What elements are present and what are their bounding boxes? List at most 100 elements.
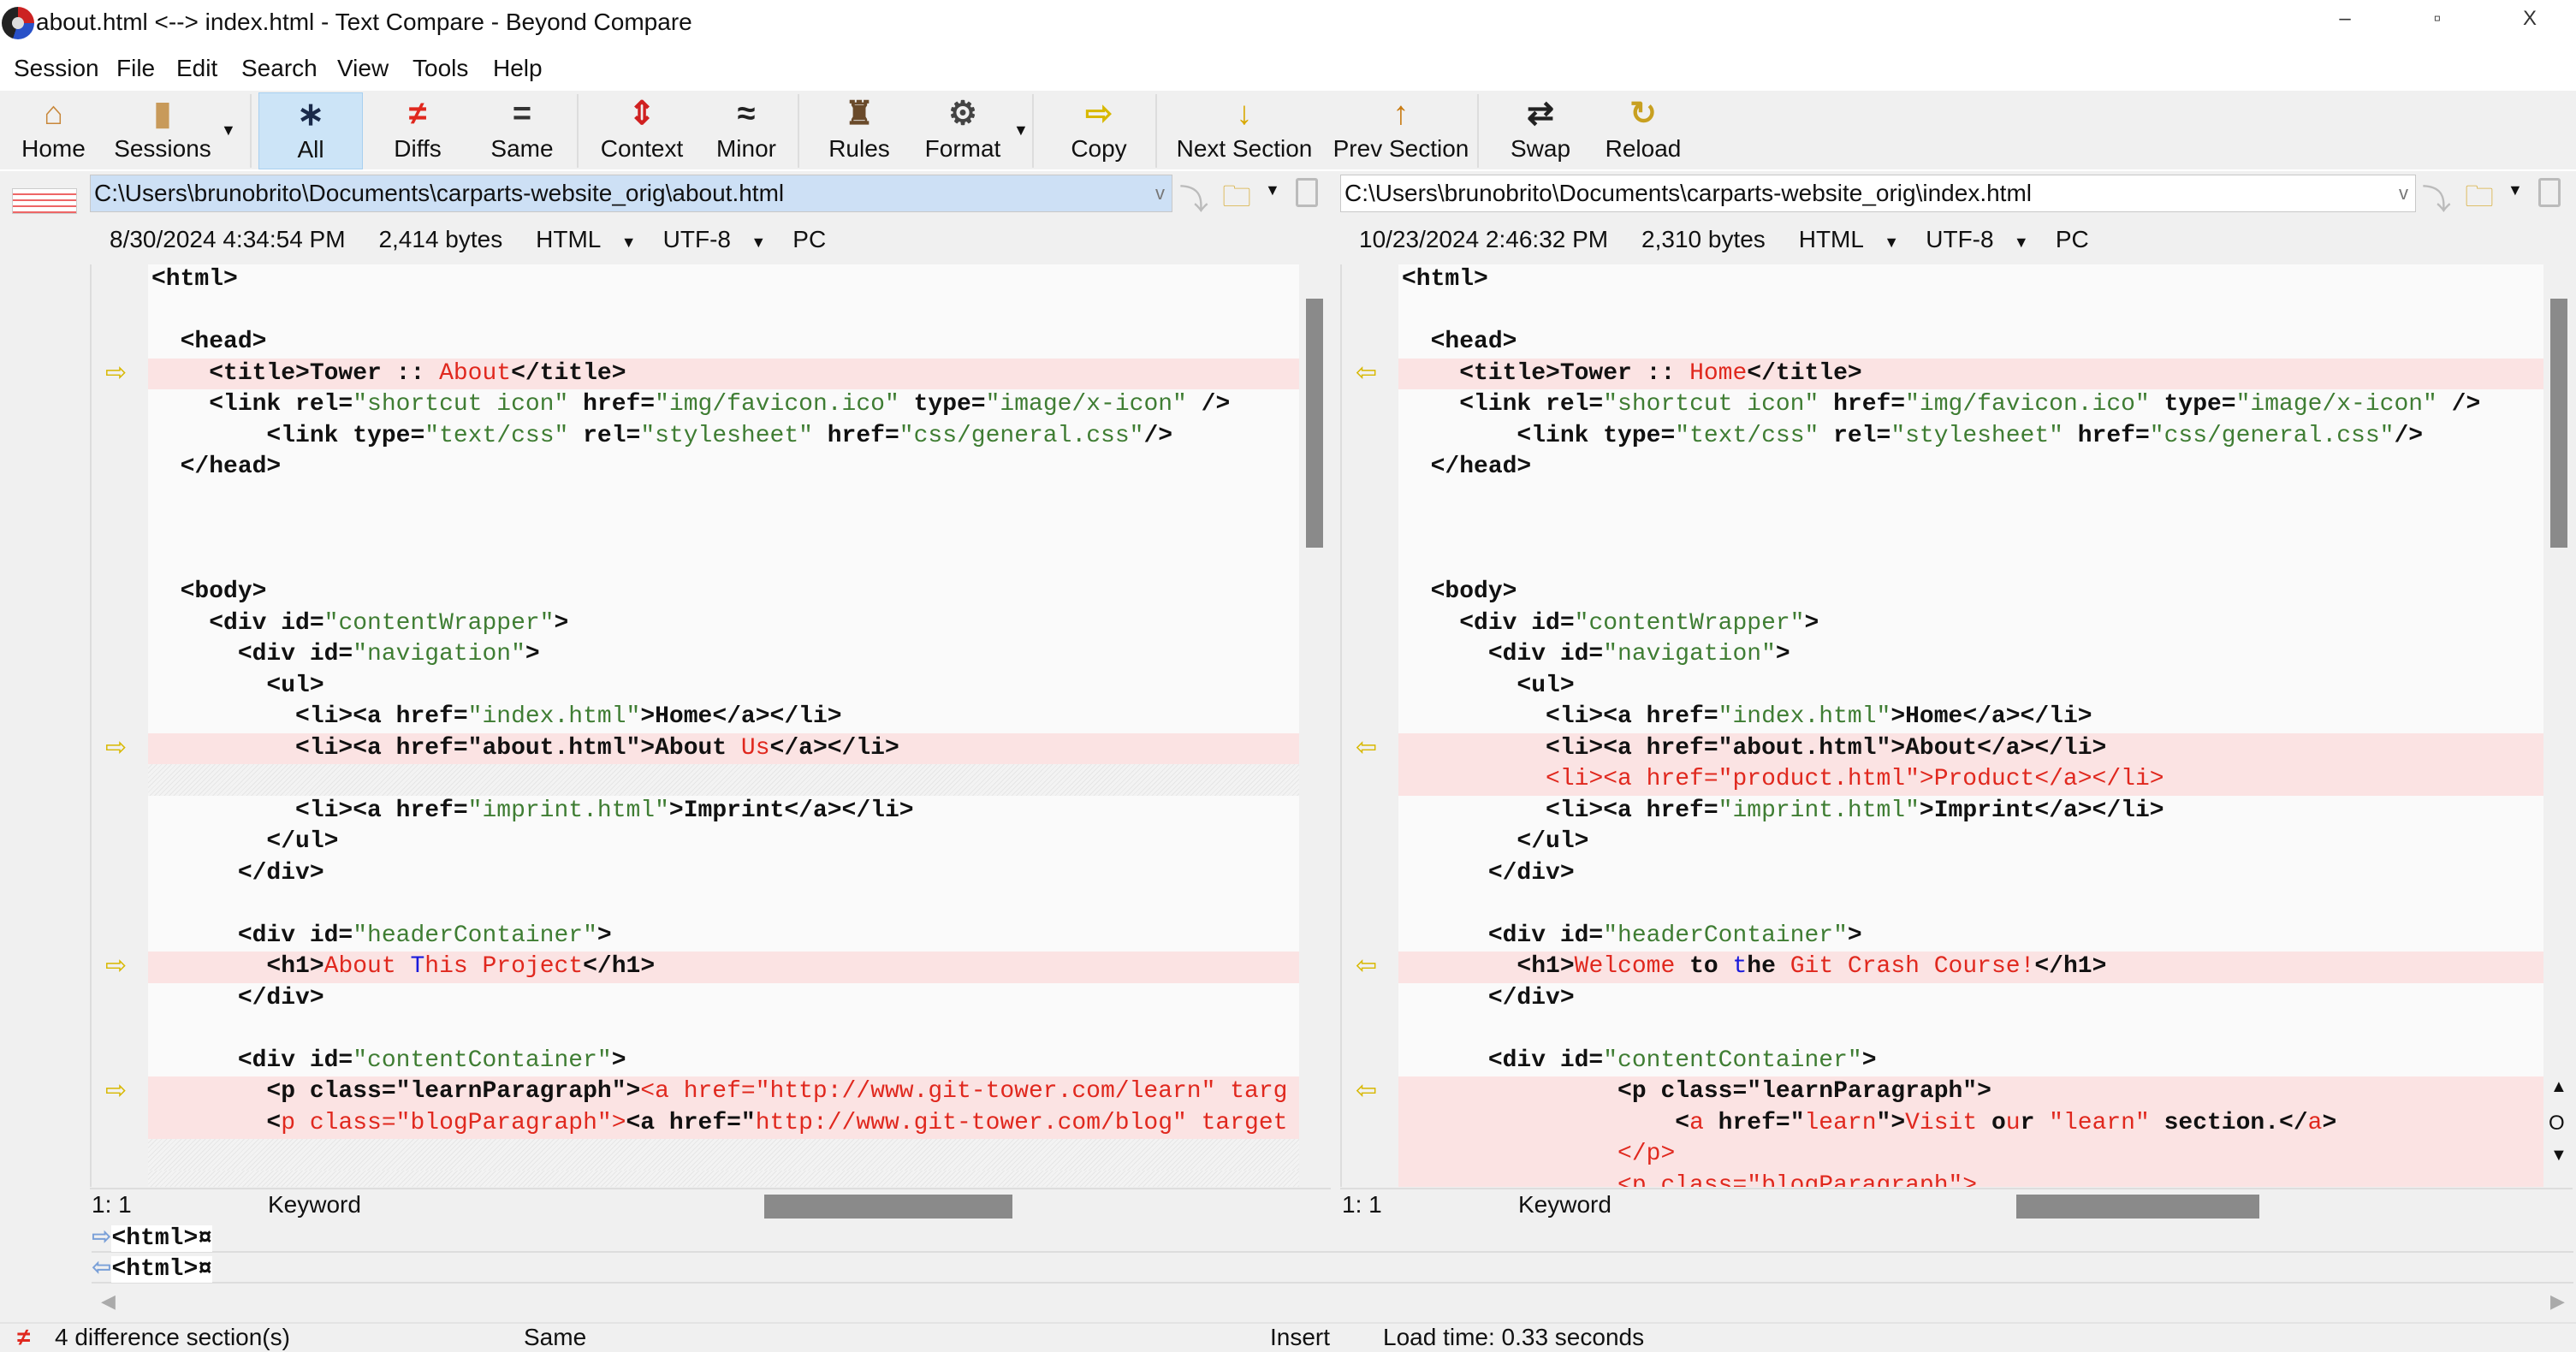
diff-line[interactable]: <p class="learnParagraph"> (1398, 1076, 2543, 1108)
code-line[interactable]: <head> (148, 327, 1299, 359)
save-icon[interactable] (1296, 178, 1318, 207)
right-encoding-select[interactable]: UTF-8 (1926, 226, 1993, 252)
code-line[interactable]: </ul> (1398, 827, 2543, 858)
left-vertical-scrollbar[interactable] (1299, 264, 1328, 1187)
browse-history-icon[interactable]: ⤵ (2422, 176, 2451, 218)
diff-line[interactable]: </p> (1398, 1139, 2543, 1171)
close-button[interactable]: X (2513, 7, 2547, 31)
code-line[interactable]: <body> (1398, 577, 2543, 608)
chevron-down-icon[interactable]: ▼ (1884, 234, 1899, 251)
right-format-select[interactable]: HTML (1799, 226, 1864, 252)
diff-line[interactable]: <p class="learnParagraph"><a href="http:… (148, 1076, 1299, 1108)
right-vertical-scrollbar[interactable]: ▲ O ▼ (2543, 264, 2573, 1187)
code-line[interactable]: <link rel="shortcut icon" href="img/favi… (148, 389, 1299, 421)
sessions-dropdown-chevron-icon[interactable]: ▼ (221, 122, 236, 139)
code-line[interactable]: <link type="text/css" rel="stylesheet" h… (148, 421, 1299, 453)
save-icon[interactable] (2538, 178, 2561, 207)
code-line[interactable] (1398, 1014, 2543, 1046)
toolbar-same-button[interactable]: = Same (471, 92, 573, 169)
code-line[interactable]: <div id="contentContainer"> (148, 1046, 1299, 1077)
missing-line[interactable] (148, 764, 1299, 796)
right-horizontal-scroll-thumb[interactable] (2016, 1195, 2259, 1219)
code-line[interactable]: <li><a href="index.html">Home</a></li> (148, 702, 1299, 733)
copy-to-left-arrow-icon[interactable]: ⇦ (1356, 359, 1380, 385)
toolbar-all-button[interactable]: ∗ All (258, 92, 363, 169)
code-line[interactable] (1398, 514, 2543, 546)
code-line[interactable]: </head> (148, 452, 1299, 483)
code-line[interactable]: <li><a href="imprint.html">Imprint</a></… (1398, 796, 2543, 827)
copy-to-right-arrow-icon[interactable]: ⇨ (105, 359, 129, 385)
toolbar-rules-button[interactable]: ♜ Rules (808, 92, 911, 169)
menu-edit[interactable]: Edit (176, 55, 217, 82)
toolbar-home-button[interactable]: ⌂ Home (9, 92, 98, 169)
current-diff-icon[interactable]: O (2549, 1112, 2565, 1136)
toolbar-reload-button[interactable]: ↻ Reload (1592, 92, 1695, 169)
toolbar-next-section-button[interactable]: ↓ Next Section (1167, 92, 1321, 169)
diff-line[interactable]: <p class="blogParagraph"><a href="http:/… (148, 1107, 1299, 1139)
code-line[interactable] (148, 483, 1299, 515)
prev-diff-icon[interactable]: ▲ (2550, 1077, 2567, 1097)
right-line-ending[interactable]: PC (2056, 226, 2089, 252)
code-line[interactable]: </div> (1398, 858, 2543, 890)
code-line[interactable]: <li><a href="index.html">Home</a></li> (1398, 702, 2543, 733)
restore-button[interactable]: ▫ (2420, 7, 2454, 31)
code-line[interactable]: <html> (1398, 264, 2543, 296)
toolbar-minor-button[interactable]: ≈ Minor (695, 92, 798, 169)
right-path-input[interactable]: C:\Users\brunobrito\Documents\carparts-w… (1340, 175, 2416, 212)
menu-view[interactable]: View (337, 55, 389, 82)
scroll-left-icon[interactable]: ◀ (101, 1290, 116, 1313)
menu-session[interactable]: Session (14, 55, 99, 82)
toolbar-format-button[interactable]: ⚙ Format (916, 92, 1010, 169)
copy-to-right-arrow-icon[interactable]: ⇨ (105, 734, 129, 760)
code-line[interactable] (1398, 889, 2543, 921)
code-line[interactable]: <link rel="shortcut icon" href="img/favi… (1398, 389, 2543, 421)
diff-line[interactable]: <a href="learn">Visit our "learn" sectio… (1398, 1107, 2543, 1139)
left-horizontal-scroll-thumb[interactable] (764, 1195, 1012, 1219)
code-line[interactable]: <div id="contentContainer"> (1398, 1046, 2543, 1077)
code-line[interactable] (1398, 483, 2543, 515)
diff-line[interactable]: <li><a href="product.html">Product</a></… (1398, 764, 2543, 796)
code-line[interactable]: <html> (148, 264, 1299, 296)
toolbar-swap-button[interactable]: ⇄ Swap (1489, 92, 1592, 169)
code-line[interactable] (148, 889, 1299, 921)
toolbar-copy-button[interactable]: ⇨ Copy (1048, 92, 1150, 169)
chevron-down-icon[interactable]: ▼ (2014, 234, 2029, 251)
copy-to-right-arrow-icon[interactable]: ⇨ (105, 953, 129, 979)
code-line[interactable]: <div id="headerContainer"> (1398, 921, 2543, 952)
copy-to-left-arrow-icon[interactable]: ⇦ (1356, 734, 1380, 760)
code-line[interactable] (148, 514, 1299, 546)
diff-line[interactable]: <p class="blogParagraph"> (1398, 1170, 2543, 1187)
menu-file[interactable]: File (116, 55, 155, 82)
browse-history-icon[interactable]: ⤵ (1179, 176, 1208, 218)
code-line[interactable]: <li><a href="imprint.html">Imprint</a></… (148, 796, 1299, 827)
code-line[interactable]: <link type="text/css" rel="stylesheet" h… (1398, 421, 2543, 453)
code-line[interactable]: <div id="contentWrapper"> (1398, 608, 2543, 640)
code-line[interactable]: <head> (1398, 327, 2543, 359)
left-encoding-select[interactable]: UTF-8 (663, 226, 731, 252)
diff-line[interactable]: <title>Tower :: About</title> (148, 358, 1299, 389)
left-code-pane[interactable]: <html> <head> <title>Tower :: About</tit… (148, 264, 1299, 1187)
menu-tools[interactable]: Tools (413, 55, 468, 82)
code-line[interactable]: </ul> (148, 827, 1299, 858)
code-line[interactable] (148, 1014, 1299, 1046)
menu-search[interactable]: Search (241, 55, 318, 82)
code-line[interactable]: </div> (1398, 983, 2543, 1015)
diff-line[interactable]: <li><a href="about.html">About</a></li> (1398, 732, 2543, 764)
code-line[interactable]: <div id="navigation"> (148, 639, 1299, 671)
code-line[interactable] (148, 296, 1299, 328)
diff-line[interactable]: <title>Tower :: Home</title> (1398, 358, 2543, 389)
diff-line[interactable]: <li><a href="about.html">About Us</a></l… (148, 732, 1299, 764)
chevron-down-icon[interactable]: ▼ (2508, 181, 2523, 199)
code-line[interactable]: <body> (148, 577, 1299, 608)
toolbar-diffs-button[interactable]: ≠ Diffs (366, 92, 469, 169)
code-line[interactable]: <div id="headerContainer"> (148, 921, 1299, 952)
format-dropdown-chevron-icon[interactable]: ▼ (1013, 122, 1029, 139)
chevron-down-icon[interactable]: v (2399, 175, 2408, 211)
diff-line[interactable]: <h1>Welcome to the Git Crash Course!</h1… (1398, 952, 2543, 983)
copy-to-left-arrow-icon[interactable]: ⇦ (1356, 1078, 1380, 1104)
left-path-input[interactable]: C:\Users\brunobrito\Documents\carparts-w… (90, 175, 1172, 212)
code-line[interactable] (148, 546, 1299, 578)
chevron-down-icon[interactable]: v (1155, 175, 1165, 211)
code-line[interactable]: </div> (148, 858, 1299, 890)
diff-line[interactable]: <h1>About This Project</h1> (148, 952, 1299, 983)
